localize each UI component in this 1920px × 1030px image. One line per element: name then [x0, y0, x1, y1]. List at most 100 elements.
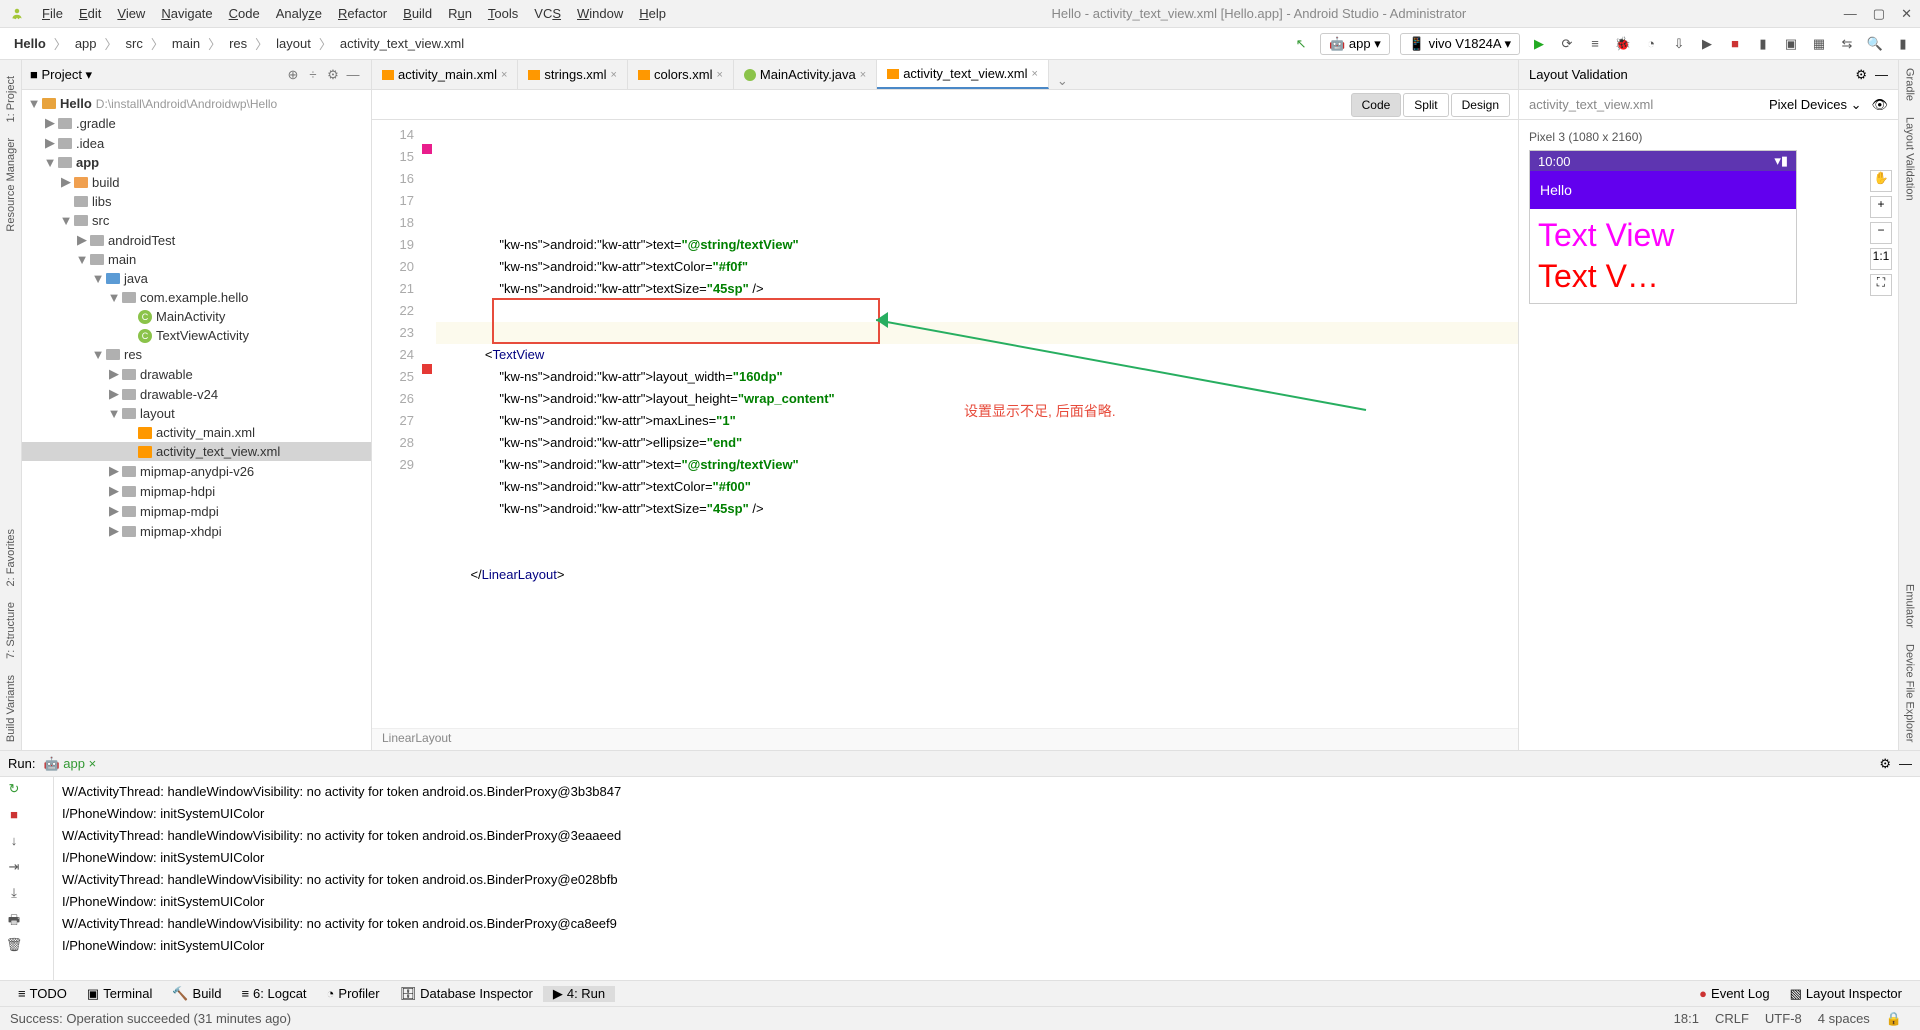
code-line[interactable]: "kw-ns">android:"kw-attr">textSize="45sp… [436, 278, 1518, 300]
menu-tools[interactable]: Tools [480, 6, 526, 21]
rail-structure[interactable]: 7: Structure [3, 594, 19, 667]
console-output[interactable]: W/ActivityThread: handleWindowVisibility… [54, 777, 1920, 980]
view-split-button[interactable]: Split [1403, 93, 1448, 117]
print-icon[interactable]: 🖶 [4, 911, 24, 931]
editor-tab[interactable]: activity_text_view.xml× [877, 60, 1049, 89]
gear-icon[interactable]: ⚙ [1879, 756, 1891, 772]
tree-node[interactable]: activity_main.xml [22, 423, 371, 442]
search-icon[interactable]: 🔍 [1866, 35, 1884, 53]
breadcrumb-item[interactable]: Hello [8, 36, 52, 51]
zoom-out-icon[interactable]: − [1870, 222, 1892, 244]
stop-icon[interactable]: ■ [4, 807, 24, 827]
module-select[interactable]: 🤖 app ▾ [1320, 33, 1390, 55]
code-line[interactable]: "kw-ns">android:"kw-attr">textColor="#f0… [436, 476, 1518, 498]
menu-edit[interactable]: Edit [71, 6, 109, 21]
editor-breadcrumb[interactable]: LinearLayout [372, 728, 1518, 750]
resource-manager-icon[interactable]: ▦ [1810, 35, 1828, 53]
rail-emulator[interactable]: Emulator [1902, 576, 1918, 636]
menu-code[interactable]: Code [221, 6, 268, 21]
tree-node[interactable]: ▶drawable-v24 [22, 384, 371, 404]
menu-build[interactable]: Build [395, 6, 440, 21]
tree-node[interactable]: CTextViewActivity [22, 326, 371, 345]
apply-code-icon[interactable]: ≡ [1586, 35, 1604, 53]
tree-node[interactable]: CMainActivity [22, 307, 371, 326]
menu-refactor[interactable]: Refactor [330, 6, 395, 21]
tree-node[interactable]: ▼main [22, 250, 371, 269]
menu-file[interactable]: File [34, 6, 71, 21]
rail-favorites[interactable]: 2: Favorites [3, 521, 19, 594]
tree-node[interactable]: ▶mipmap-xhdpi [22, 521, 371, 541]
tree-node[interactable]: ▼com.example.hello [22, 288, 371, 307]
rail-project[interactable]: 1: Project [3, 68, 19, 130]
code-line[interactable]: "kw-ns">android:"kw-attr">text="@string/… [436, 454, 1518, 476]
device-select[interactable]: 📱 vivo V1824A ▾ [1400, 33, 1520, 55]
status-encoding[interactable]: UTF-8 [1757, 1011, 1810, 1026]
tab-build[interactable]: 🔨 Build [162, 986, 231, 1002]
attach-debugger-icon[interactable]: ⇩ [1670, 35, 1688, 53]
tree-node[interactable]: ▶.idea [22, 133, 371, 153]
editor-tab[interactable]: colors.xml× [628, 60, 734, 89]
rail-layout-validation[interactable]: Layout Validation [1902, 109, 1918, 209]
tab-overflow-icon[interactable]: ⌄ [1049, 73, 1076, 89]
clear-icon[interactable]: 🗑 [4, 937, 24, 957]
project-tree[interactable]: ▼ Hello D:\install\Android\Androidwp\Hel… [22, 90, 371, 750]
code-line[interactable]: </LinearLayout> [436, 564, 1518, 586]
tab-logcat[interactable]: ≡ 6: Logcat [231, 986, 316, 1001]
tree-root-name[interactable]: Hello [60, 96, 92, 111]
editor-tab[interactable]: MainActivity.java× [734, 60, 877, 89]
status-indent[interactable]: 4 spaces [1810, 1011, 1878, 1026]
code-editor[interactable]: 14151617181920212223242526272829 设置显示不足,… [372, 120, 1518, 728]
expand-icon[interactable]: ÷ [303, 67, 323, 82]
tab-run[interactable]: ▶ 4: Run [543, 986, 615, 1002]
close-icon[interactable]: ✕ [1901, 6, 1912, 22]
avd-manager-icon[interactable]: ▮ [1754, 35, 1772, 53]
settings-icon[interactable]: ▮ [1894, 35, 1912, 53]
view-code-button[interactable]: Code [1351, 93, 1402, 117]
stop-icon[interactable]: ■ [1726, 35, 1744, 53]
status-eol[interactable]: CRLF [1707, 1011, 1757, 1026]
status-position[interactable]: 18:1 [1666, 1011, 1707, 1026]
zoom-in-icon[interactable]: + [1870, 196, 1892, 218]
menu-run[interactable]: Run [440, 6, 480, 21]
breadcrumb-item[interactable]: src [120, 36, 149, 51]
rerun-icon[interactable]: ↻ [4, 781, 24, 801]
gear-icon[interactable]: ⚙ [323, 67, 343, 83]
run-config[interactable]: app [63, 756, 85, 771]
tree-node[interactable]: ▶mipmap-hdpi [22, 481, 371, 501]
visibility-icon[interactable]: 👁 [1871, 97, 1888, 113]
tree-node[interactable]: ▶mipmap-anydpi-v26 [22, 461, 371, 481]
device-dropdown[interactable]: Pixel Devices ⌄ [1769, 97, 1862, 113]
zoom-reset-icon[interactable]: ⛶ [1870, 274, 1892, 296]
zoom-fit-icon[interactable]: 1:1 [1870, 248, 1892, 270]
sdk-manager-icon[interactable]: ▣ [1782, 35, 1800, 53]
hide-icon[interactable]: — [1899, 756, 1912, 771]
pan-icon[interactable]: ✋ [1870, 170, 1892, 192]
menu-help[interactable]: Help [631, 6, 674, 21]
hide-icon[interactable]: — [1875, 67, 1888, 82]
tab-terminal[interactable]: ▣ Terminal [77, 986, 162, 1002]
breadcrumb-item[interactable]: activity_text_view.xml [334, 36, 470, 51]
code-line[interactable] [436, 542, 1518, 564]
code-line[interactable]: "kw-ns">android:"kw-attr">textSize="45sp… [436, 498, 1518, 520]
apply-changes-icon[interactable]: ⟳ [1558, 35, 1576, 53]
soft-wrap-icon[interactable]: ⇥ [4, 859, 24, 879]
scroll-end-icon[interactable]: ⤓ [4, 885, 24, 905]
menu-navigate[interactable]: Navigate [153, 6, 220, 21]
debug-icon[interactable]: 🐞 [1614, 35, 1632, 53]
tree-node[interactable]: libs [22, 192, 371, 211]
run-button-icon[interactable]: ▶ [1530, 35, 1548, 53]
editor-tab[interactable]: strings.xml× [518, 60, 628, 89]
code-line[interactable]: "kw-ns">android:"kw-attr">text="@string/… [436, 234, 1518, 256]
breadcrumb-item[interactable]: res [223, 36, 253, 51]
code-line[interactable]: "kw-ns">android:"kw-attr">textColor="#f0… [436, 256, 1518, 278]
menu-window[interactable]: Window [569, 6, 631, 21]
tab-profiler[interactable]: ◔ Profiler [317, 986, 390, 1001]
tree-node[interactable]: ▼java [22, 269, 371, 288]
menu-view[interactable]: View [109, 6, 153, 21]
menu-vcs[interactable]: VCS [526, 6, 569, 21]
rail-resource-manager[interactable]: Resource Manager [3, 130, 19, 240]
tree-node[interactable]: ▶mipmap-mdpi [22, 501, 371, 521]
tab-db-inspector[interactable]: 🗄 Database Inspector [390, 986, 543, 1002]
tree-node[interactable]: ▶build [22, 172, 371, 192]
rail-build-variants[interactable]: Build Variants [3, 667, 19, 750]
